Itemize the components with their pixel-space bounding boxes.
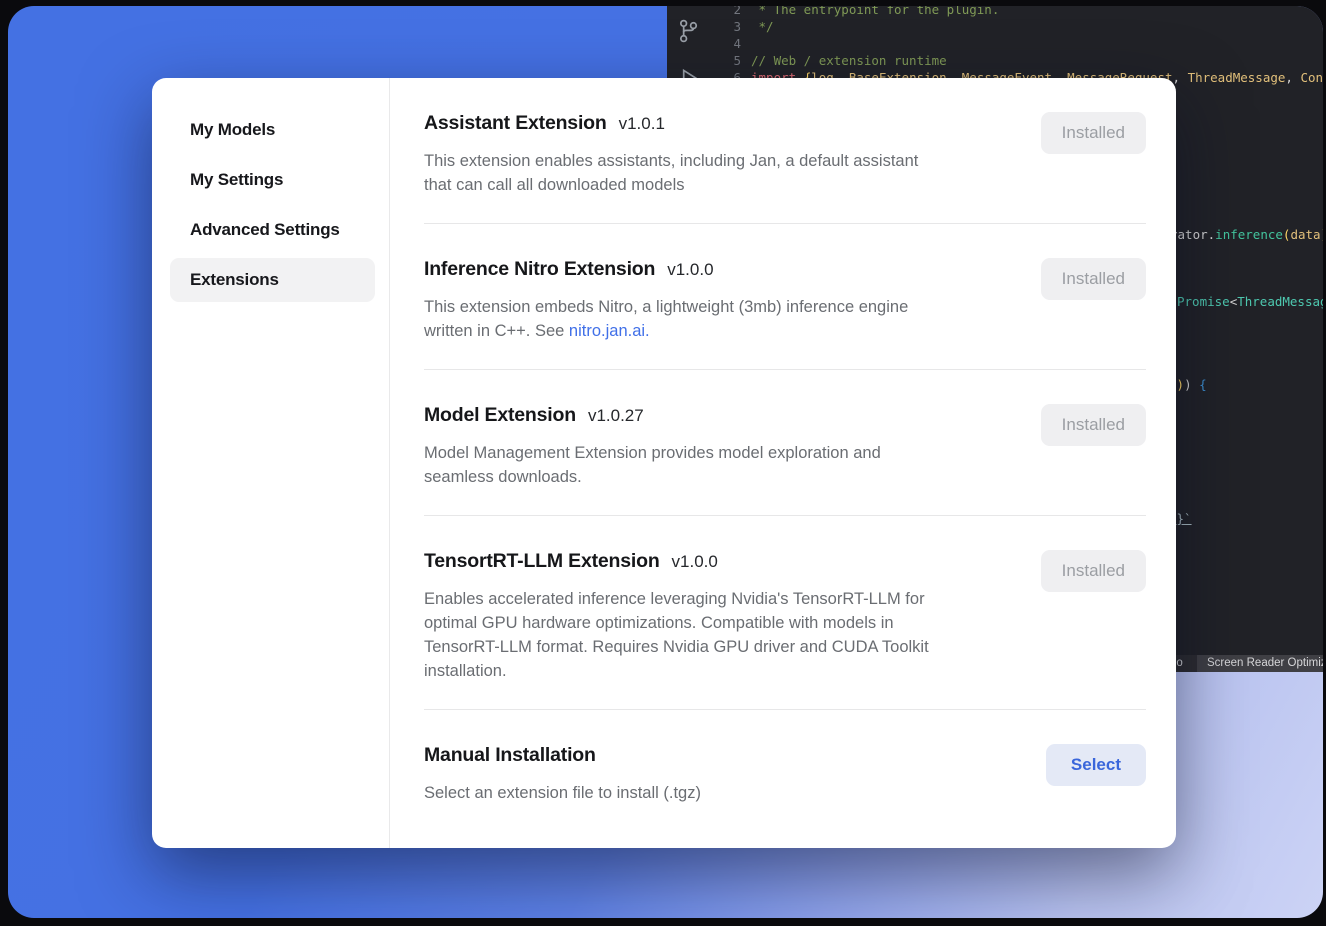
- sidebar-item-label: Advanced Settings: [190, 220, 340, 240]
- extension-version: v1.0.27: [588, 406, 644, 426]
- description-line: This extension enables assistants, inclu…: [424, 149, 1010, 173]
- description-line: Select an extension file to install (.tg…: [424, 781, 1010, 805]
- sidebar-item-my-models[interactable]: My Models: [170, 108, 375, 152]
- extension-title-row: Assistant Extension v1.0.1: [424, 112, 1010, 135]
- description-text: written in C++. See: [424, 322, 569, 340]
- code-fragment: Promise<ThreadMessage>: [1177, 294, 1323, 310]
- code-token: // Web / extension runtime: [751, 53, 947, 68]
- description-line: TensorRT-LLM format. Requires Nvidia GPU…: [424, 635, 1010, 659]
- code-line: 4: [709, 35, 1323, 52]
- description-line: installation.: [424, 659, 1010, 683]
- select-button[interactable]: Select: [1046, 744, 1146, 786]
- desktop-background: 2 * The entrypoint for the plugin.3 */45…: [8, 6, 1323, 918]
- code-line: 5// Web / extension runtime: [709, 52, 1323, 69]
- sidebar-item-label: My Models: [190, 120, 275, 140]
- extension-description: Select an extension file to install (.tg…: [424, 781, 1010, 805]
- extension-info: TensortRT-LLM Extension v1.0.0 Enables acc…: [424, 550, 1010, 683]
- line-number: 5: [709, 52, 751, 69]
- extension-row: Inference Nitro Extension v1.0.0 This exte…: [424, 224, 1146, 370]
- extension-version: v1.0.0: [667, 260, 713, 280]
- settings-modal: My Models My Settings Advanced Settings Ext…: [152, 78, 1176, 848]
- code-text: // Web / extension runtime: [751, 52, 947, 69]
- code-token: ,: [1285, 70, 1300, 85]
- code-text: */: [751, 18, 774, 35]
- extension-info: Assistant Extension v1.0.1 This extension …: [424, 112, 1010, 197]
- extension-title-row: TensortRT-LLM Extension v1.0.0: [424, 550, 1010, 573]
- source-control-icon[interactable]: [675, 18, 701, 44]
- extension-row: Manual Installation Select an extension f…: [424, 710, 1146, 831]
- extension-description: This extension enables assistants, inclu…: [424, 149, 1010, 197]
- extension-info: Model Extension v1.0.27 Model Management E…: [424, 404, 1010, 489]
- extension-info: Manual Installation Select an extension f…: [424, 744, 1010, 805]
- code-fragment: rator.inference(data));: [1170, 227, 1323, 243]
- nitro-jan-ai-link[interactable]: nitro.jan.ai.: [569, 322, 650, 340]
- line-number: 4: [709, 35, 751, 52]
- description-line: Enables accelerated inference leveraging…: [424, 587, 1010, 611]
- code-token: ContentType: [1300, 70, 1323, 85]
- code-text: * The entrypoint for the plugin.: [751, 6, 999, 18]
- extension-description: This extension embeds Nitro, a lightweig…: [424, 295, 1010, 343]
- code-token: ): [1177, 377, 1185, 392]
- sidebar-item-label: My Settings: [190, 170, 283, 190]
- settings-sidebar: My Models My Settings Advanced Settings Ext…: [152, 78, 390, 848]
- description-line: written in C++. See nitro.jan.ai.: [424, 319, 1010, 343]
- line-number: 3: [709, 18, 751, 35]
- extension-title: Assistant Extension: [424, 112, 607, 135]
- description-line: seamless downloads.: [424, 465, 1010, 489]
- extension-title: Manual Installation: [424, 744, 596, 767]
- extension-info: Inference Nitro Extension v1.0.0 This exte…: [424, 258, 1010, 343]
- description-line: optimal GPU hardware optimizations. Comp…: [424, 611, 1010, 635]
- code-token: inference: [1215, 227, 1283, 242]
- code-line: 3 */: [709, 18, 1323, 35]
- code-token: ): [1321, 227, 1323, 242]
- installed-button[interactable]: Installed: [1041, 258, 1146, 300]
- code-token: ThreadMessage: [1237, 294, 1323, 309]
- extension-title-row: Manual Installation: [424, 744, 1010, 767]
- line-number: 2: [709, 6, 751, 18]
- code-token: data: [1290, 227, 1320, 242]
- extensions-panel: Assistant Extension v1.0.1 This extension …: [390, 78, 1176, 848]
- extension-title: Inference Nitro Extension: [424, 258, 655, 281]
- code-token: */: [751, 19, 774, 34]
- code-token: ,: [1173, 70, 1188, 85]
- code-token: ): [1184, 377, 1199, 392]
- code-line: 2 * The entrypoint for the plugin.: [709, 6, 1323, 18]
- extension-row: Assistant Extension v1.0.1 This extension …: [424, 78, 1146, 224]
- sidebar-item-extensions[interactable]: Extensions: [170, 258, 375, 302]
- extension-title-row: Model Extension v1.0.27: [424, 404, 1010, 427]
- description-line: Model Management Extension provides mode…: [424, 441, 1010, 465]
- extension-version: v1.0.1: [619, 114, 665, 134]
- extension-row: TensortRT-LLM Extension v1.0.0 Enables acc…: [424, 516, 1146, 710]
- installed-button[interactable]: Installed: [1041, 112, 1146, 154]
- description-line: This extension embeds Nitro, a lightweig…: [424, 295, 1010, 319]
- extension-title-row: Inference Nitro Extension v1.0.0: [424, 258, 1010, 281]
- code-token: Promise: [1177, 294, 1230, 309]
- extension-title: TensortRT-LLM Extension: [424, 550, 660, 573]
- extension-version: v1.0.0: [672, 552, 718, 572]
- extension-description: Model Management Extension provides mode…: [424, 441, 1010, 489]
- code-token: {: [1199, 377, 1207, 392]
- description-line: that can call all downloaded models: [424, 173, 1010, 197]
- installed-button[interactable]: Installed: [1041, 404, 1146, 446]
- code-token: ThreadMessage: [1188, 70, 1286, 85]
- extension-description: Enables accelerated inference leveraging…: [424, 587, 1010, 683]
- sidebar-item-advanced-settings[interactable]: Advanced Settings: [170, 208, 375, 252]
- sidebar-item-label: Extensions: [190, 270, 279, 290]
- extension-title: Model Extension: [424, 404, 576, 427]
- screen-reader-optimized-chip[interactable]: Screen Reader Optimized: [1197, 655, 1323, 672]
- code-lines: 2 * The entrypoint for the plugin.3 */45…: [709, 6, 1323, 86]
- installed-button[interactable]: Installed: [1041, 550, 1146, 592]
- sidebar-item-my-settings[interactable]: My Settings: [170, 158, 375, 202]
- code-token: * The entrypoint for the plugin.: [751, 6, 999, 17]
- extension-row: Model Extension v1.0.27 Model Management E…: [424, 370, 1146, 516]
